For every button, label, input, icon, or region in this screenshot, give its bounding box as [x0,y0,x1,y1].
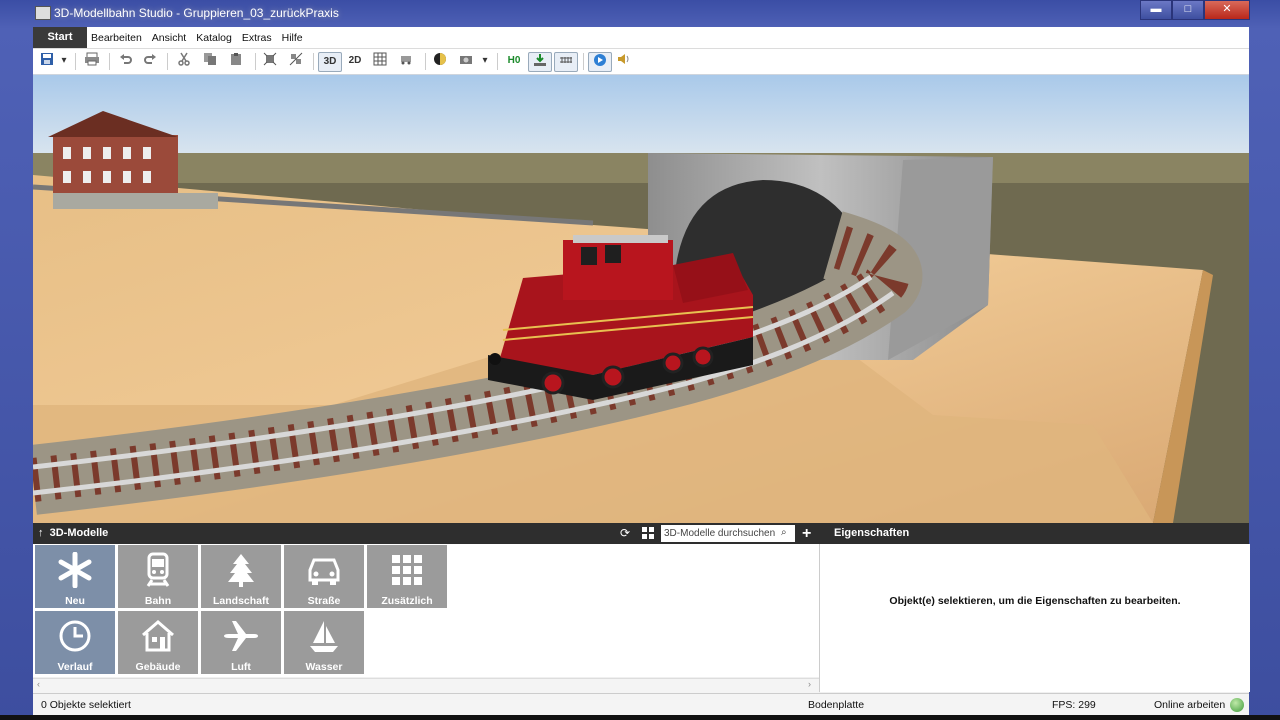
category-gebaeude[interactable]: Gebäude [118,611,198,674]
refresh-icon[interactable]: ⟳ [620,526,634,540]
menu-katalog[interactable]: Katalog [196,27,232,49]
model-search-input[interactable]: 3D-Modelle durchsuchen [661,525,795,542]
3d-viewport[interactable] [33,75,1249,523]
play-icon[interactable] [588,52,612,72]
category-bahn[interactable]: Bahn [118,545,198,608]
properties-panel: Objekt(e) selektieren, um die Eigenschaf… [819,544,1250,692]
title-bar[interactable]: 3D-Modellbahn Studio - Gruppieren_03_zur… [0,0,1280,26]
group-icon[interactable] [261,52,279,70]
copy-icon[interactable] [201,52,219,70]
menu-ansicht[interactable]: Ansicht [152,27,186,49]
menu-bar: Start Bearbeiten Ansicht Katalog Extras … [33,27,1249,49]
category-verlauf[interactable]: Verlauf [35,611,115,674]
view-3d-button[interactable]: 3D [318,52,342,72]
search-icon[interactable]: ⌕ [781,527,787,538]
category-luft[interactable]: Luft [201,611,281,674]
category-landschaft[interactable]: Landschaft [201,545,281,608]
properties-title: Eigenschaften [834,527,910,539]
window-title: 3D-Modellbahn Studio - Gruppieren_03_zur… [54,6,339,20]
grid-icon [392,555,422,585]
fps-counter: FPS: 299 [1052,699,1096,711]
sailboat-icon [310,621,338,652]
train-icon [146,552,170,587]
save-dropdown-icon[interactable]: ▾ [59,52,69,70]
tiles-view-icon[interactable] [642,527,656,541]
app-icon [35,6,51,20]
undo-icon[interactable] [117,52,135,70]
maximize-button[interactable]: □ [1172,0,1204,20]
properties-message: Objekt(e) selektieren, um die Eigenschaf… [889,595,1181,607]
tree-icon [228,554,254,587]
print-icon[interactable] [83,52,101,70]
close-button[interactable]: ✕ [1204,0,1250,20]
menu-hilfe[interactable]: Hilfe [282,27,303,49]
toolbar: ▾ 3D 2D ▾ H0 [33,49,1249,75]
category-zusaetzlich[interactable]: Zusätzlich [367,545,447,608]
app-window: 3D-Modellbahn Studio - Gruppieren_03_zur… [0,0,1280,720]
models-title: 3D-Modelle [49,527,109,539]
panel-title-3d-models[interactable]: ↑ 3D-Modelle [38,523,108,544]
camera-icon[interactable] [457,52,475,70]
sound-icon[interactable] [614,52,632,70]
save-icon[interactable] [39,52,55,70]
airplane-icon [224,621,258,651]
taskbar-edge [0,715,1280,720]
model-catalog: Neu Bahn Landschaft Straße Zusätzlich Ve… [33,544,819,677]
view-2d-button[interactable]: 2D [344,52,366,70]
clock-icon [59,620,91,652]
train-view-icon[interactable] [397,52,415,70]
add-icon[interactable]: + [802,523,811,544]
menu-start[interactable]: Start [33,27,87,48]
selection-status: 0 Objekte selektiert [41,699,131,711]
status-bar: 0 Objekte selektiert Bodenplatte FPS: 29… [33,693,1249,716]
category-strasse[interactable]: Straße [284,545,364,608]
redo-icon[interactable] [141,52,159,70]
category-wasser[interactable]: Wasser [284,611,364,674]
online-globe-icon[interactable] [1230,698,1244,712]
grid-view-icon[interactable] [371,52,389,70]
minimize-button[interactable]: ▬ [1140,0,1172,20]
scroll-left-icon[interactable]: ‹ [37,679,40,689]
arrow-up-icon: ↑ [38,527,50,539]
scroll-right-icon[interactable]: › [808,679,811,689]
scale-button[interactable]: H0 [503,52,525,70]
menu-extras[interactable]: Extras [242,27,272,49]
house-icon [142,620,174,652]
track-download-icon[interactable] [528,52,552,72]
ungroup-icon[interactable] [287,52,305,70]
paste-icon[interactable] [227,52,245,70]
online-status[interactable]: Online arbeiten [1154,694,1225,716]
asterisk-icon [58,552,92,588]
cut-icon[interactable] [175,52,193,70]
menu-bearbeiten[interactable]: Bearbeiten [91,27,142,49]
car-icon [308,558,340,585]
panel-header: ↑ 3D-Modelle ⟳ 3D-Modelle durchsuchen ⌕ … [33,523,1249,544]
catalog-horizontal-scrollbar[interactable]: ‹ › [33,678,819,693]
camera-dropdown-icon[interactable]: ▾ [480,52,490,70]
layer-status: Bodenplatte [808,699,865,711]
paint-icon[interactable] [431,52,449,70]
track-icon[interactable] [554,52,578,72]
category-neu[interactable]: Neu [35,545,115,608]
client-area: Start Bearbeiten Ansicht Katalog Extras … [33,27,1250,716]
